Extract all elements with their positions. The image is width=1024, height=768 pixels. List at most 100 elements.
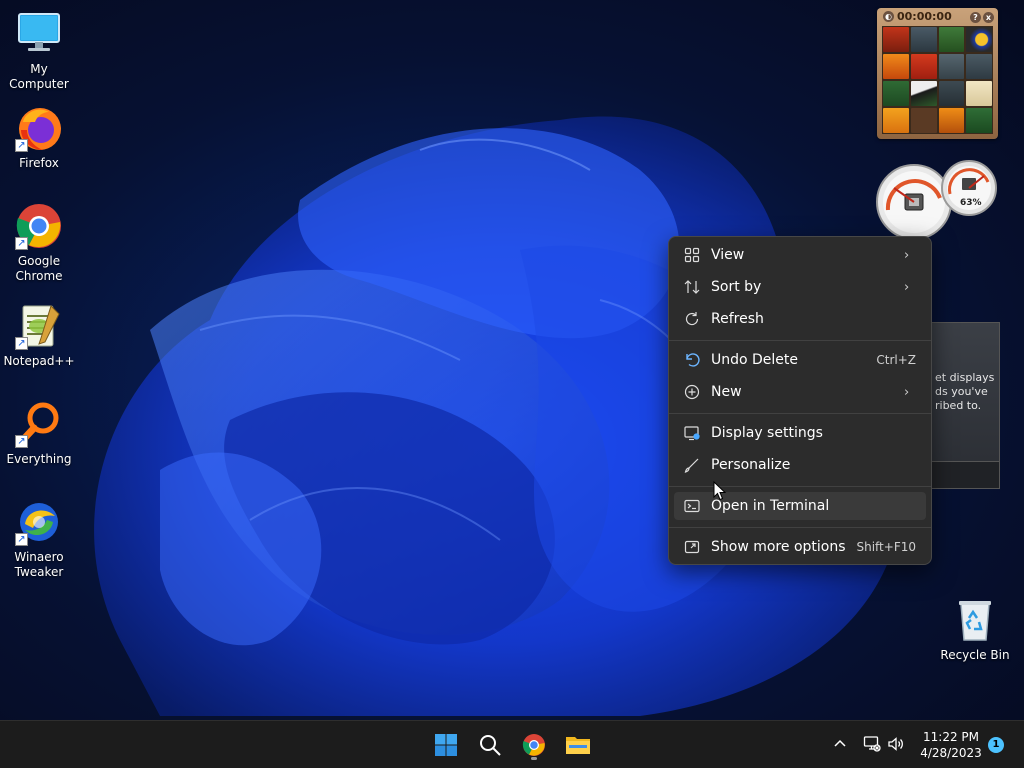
- desktop-icon-firefox[interactable]: ↗ Firefox: [0, 104, 78, 171]
- menu-item-display-settings[interactable]: Display settings: [674, 419, 926, 447]
- puzzle-tile[interactable]: [910, 81, 937, 106]
- shortcut-arrow-icon: ↗: [15, 533, 28, 546]
- taskbar-clock[interactable]: 11:22 PM 4/28/2023: [916, 729, 986, 761]
- chrome-icon: ↗: [15, 202, 63, 250]
- puzzle-help-button[interactable]: ?: [970, 11, 981, 23]
- feed-footer: [931, 461, 999, 488]
- menu-item-label: Show more options: [711, 539, 846, 555]
- puzzle-tile-empty[interactable]: [910, 108, 937, 133]
- menu-item-shortcut: Shift+F10: [856, 540, 916, 554]
- chevron-up-icon: [834, 739, 846, 747]
- chevron-right-icon: ›: [904, 247, 910, 263]
- menu-item-personalize[interactable]: Personalize: [674, 451, 926, 479]
- menu-item-shortcut: Ctrl+Z: [876, 353, 916, 367]
- sort-icon: [682, 277, 702, 297]
- menu-item-open-in-terminal[interactable]: Open in Terminal: [674, 492, 926, 520]
- menu-item-label: Sort by: [711, 279, 762, 295]
- feed-line: ribed to.: [935, 399, 982, 412]
- shortcut-arrow-icon: ↗: [15, 237, 28, 250]
- puzzle-tile[interactable]: [966, 108, 992, 133]
- puzzle-tile[interactable]: [883, 108, 909, 133]
- puzzle-grid: [882, 26, 993, 134]
- menu-item-label: Undo Delete: [711, 352, 799, 368]
- network-icon: [863, 736, 881, 752]
- notification-badge[interactable]: 1: [988, 737, 1004, 753]
- menu-item-label: View: [711, 247, 745, 263]
- show-more-icon: [682, 537, 702, 557]
- grid-icon: [682, 245, 702, 265]
- display-settings-icon: [682, 423, 702, 443]
- firefox-icon: ↗: [15, 104, 63, 152]
- undo-icon: [682, 350, 702, 370]
- puzzle-titlebar: ◐ 00:00:00 ? x: [877, 8, 998, 24]
- menu-item-sort-by[interactable]: Sort by ›: [674, 273, 926, 301]
- desktop[interactable]: My Computer ↗ Firefox ↗ Google Chrome ↗ …: [0, 0, 1024, 720]
- terminal-icon: [682, 496, 702, 516]
- puzzle-tile[interactable]: [966, 81, 992, 106]
- menu-separator: [669, 413, 931, 414]
- cpu-meter-gadget[interactable]: 63%: [874, 158, 1002, 240]
- menu-item-new[interactable]: New ›: [674, 378, 926, 406]
- taskbar-search-button[interactable]: [472, 727, 508, 763]
- menu-separator: [669, 340, 931, 341]
- feed-message: et displays ds you've ribed to.: [935, 371, 999, 413]
- menu-item-undo-delete[interactable]: Undo Delete Ctrl+Z: [674, 346, 926, 374]
- puzzle-tile[interactable]: [883, 27, 909, 52]
- network-status-button[interactable]: [862, 734, 882, 754]
- chrome-icon: [522, 734, 545, 756]
- shortcut-arrow-icon: ↗: [15, 337, 28, 350]
- chevron-right-icon: ›: [904, 279, 910, 295]
- volume-button[interactable]: [886, 734, 906, 754]
- start-button[interactable]: [428, 727, 464, 763]
- menu-item-view[interactable]: View ›: [674, 241, 926, 269]
- clock-date: 4/28/2023: [920, 746, 982, 760]
- feed-headlines-gadget[interactable]: et displays ds you've ribed to.: [930, 322, 1000, 489]
- tray-overflow-button[interactable]: [830, 734, 850, 754]
- desktop-context-menu: View › Sort by › Refresh Undo Delete Ctr…: [668, 236, 932, 565]
- desktop-icon-everything[interactable]: ↗ Everything: [0, 400, 78, 467]
- puzzle-close-button[interactable]: x: [983, 11, 994, 23]
- puzzle-tile[interactable]: [883, 81, 909, 106]
- brush-icon: [682, 455, 702, 475]
- puzzle-tile[interactable]: [966, 54, 992, 79]
- desktop-icon-label: My Computer: [9, 62, 69, 91]
- taskbar: 11:22 PM 4/28/2023 1: [0, 720, 1024, 768]
- desktop-icon-label: Winaero Tweaker: [14, 550, 64, 579]
- mouse-pointer-icon: [713, 481, 727, 501]
- menu-item-show-more-options[interactable]: Show more options Shift+F10: [674, 533, 926, 561]
- winaero-icon: ↗: [15, 498, 63, 546]
- puzzle-tile[interactable]: [938, 81, 965, 106]
- notepadpp-icon: ↗: [15, 302, 63, 350]
- menu-item-refresh[interactable]: Refresh: [674, 305, 926, 333]
- desktop-icon-winaero-tweaker[interactable]: ↗ Winaero Tweaker: [0, 498, 78, 580]
- desktop-icon-my-computer[interactable]: My Computer: [0, 10, 78, 92]
- puzzle-gadget[interactable]: ◐ 00:00:00 ? x: [877, 8, 998, 139]
- taskbar-chrome-button[interactable]: [516, 727, 552, 763]
- puzzle-tile[interactable]: [910, 27, 937, 52]
- puzzle-tile[interactable]: [938, 27, 965, 52]
- desktop-icon-google-chrome[interactable]: ↗ Google Chrome: [0, 202, 78, 284]
- puzzle-tile[interactable]: [938, 54, 965, 79]
- desktop-icon-label: Recycle Bin: [940, 648, 1010, 662]
- puzzle-timer: 00:00:00: [897, 9, 952, 23]
- shortcut-arrow-icon: ↗: [15, 435, 28, 448]
- desktop-icon-recycle-bin[interactable]: Recycle Bin: [936, 596, 1014, 663]
- menu-item-label: New: [711, 384, 742, 400]
- puzzle-pause-icon[interactable]: ◐: [883, 10, 894, 22]
- puzzle-tile[interactable]: [910, 54, 937, 79]
- puzzle-tile[interactable]: [966, 27, 992, 52]
- puzzle-tile[interactable]: [938, 108, 965, 133]
- search-icon: [480, 735, 501, 756]
- menu-item-label: Display settings: [711, 425, 823, 441]
- feed-line: ds you've: [935, 385, 988, 398]
- puzzle-tile[interactable]: [883, 54, 909, 79]
- start-icon: [435, 734, 457, 756]
- menu-item-label: Refresh: [711, 311, 764, 327]
- desktop-icon-notepadpp[interactable]: ↗ Notepad++: [0, 302, 78, 369]
- taskbar-file-explorer-button[interactable]: [560, 727, 596, 763]
- menu-separator: [669, 527, 931, 528]
- plus-circle-icon: [682, 382, 702, 402]
- monitor-icon: [15, 10, 63, 58]
- shortcut-arrow-icon: ↗: [15, 139, 28, 152]
- menu-item-label: Open in Terminal: [711, 498, 830, 514]
